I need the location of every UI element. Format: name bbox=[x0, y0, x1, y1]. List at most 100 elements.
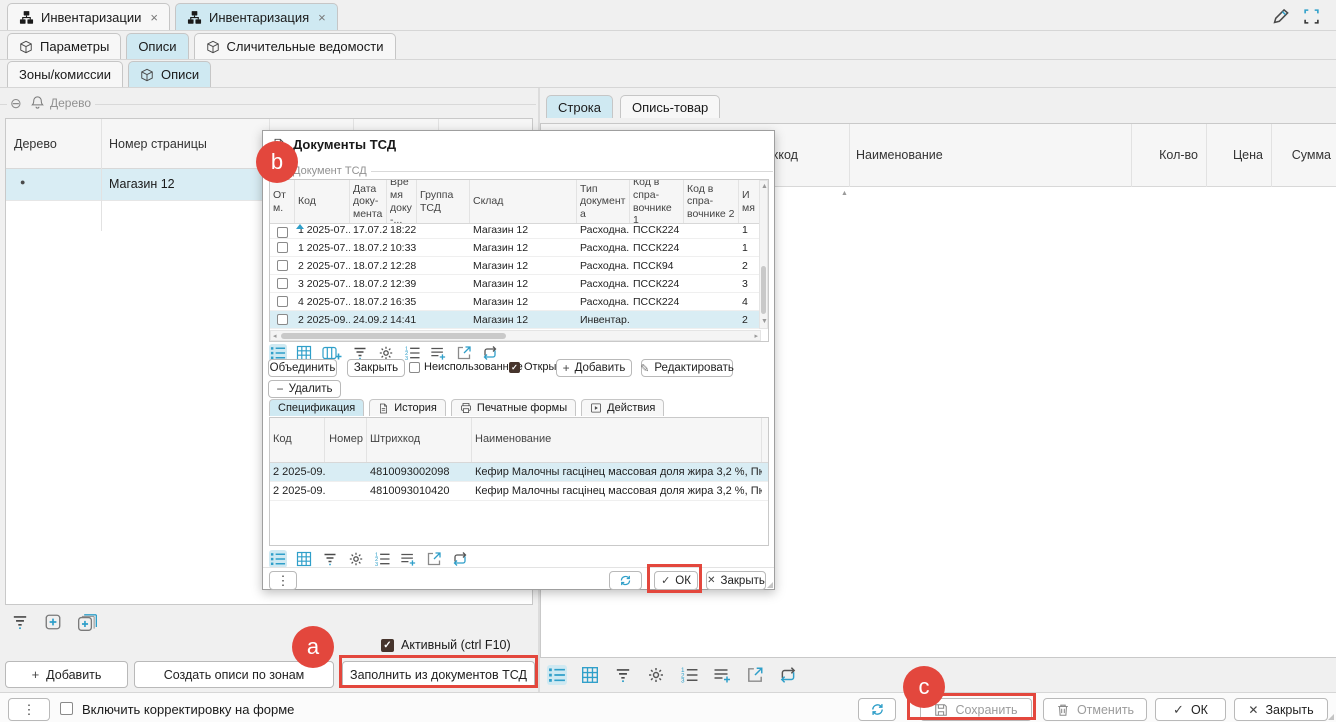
ok-button[interactable]: ✓ ОК bbox=[1155, 698, 1226, 721]
list-add-icon[interactable] bbox=[399, 550, 417, 568]
add-multiple-boxes-icon[interactable] bbox=[76, 612, 99, 632]
scroll-up-icon[interactable]: ▲ bbox=[841, 190, 848, 197]
spec-column-header[interactable]: Номер bbox=[325, 418, 367, 462]
active-checkbox[interactable]: ✓ bbox=[381, 639, 394, 652]
column-header-sum[interactable]: Сумма bbox=[1271, 148, 1331, 162]
row-checkbox[interactable] bbox=[277, 260, 288, 271]
doc-table-row[interactable]: 1 2025-07...17.07.2518:22Магазин 12Расхо… bbox=[270, 224, 768, 239]
settings-gear-icon[interactable] bbox=[347, 550, 365, 568]
list-add-icon[interactable] bbox=[712, 665, 732, 685]
add-box-icon[interactable] bbox=[43, 612, 63, 632]
doc-table-row[interactable]: 1 2025-07...18.07.2510:33Магазин 12Расхо… bbox=[270, 239, 768, 257]
refresh-button[interactable] bbox=[609, 571, 642, 590]
add-doc-button[interactable]: + Добавить bbox=[556, 359, 632, 377]
close-form-button[interactable]: ✕ Закрыть bbox=[1234, 698, 1328, 721]
list-add-icon[interactable] bbox=[429, 344, 447, 362]
doc-table-hscrollbar[interactable]: ◂ ▸ bbox=[270, 330, 761, 341]
fullscreen-icon[interactable] bbox=[1303, 8, 1320, 25]
numbered-list-icon[interactable]: 123 bbox=[373, 550, 391, 568]
numbered-list-icon[interactable]: 123 bbox=[403, 344, 421, 362]
doc-column-header[interactable]: Дата доку- мента bbox=[350, 180, 387, 223]
tsd-documents-dialog: Документы ТСД Документ ТСД Отм.КодДата д… bbox=[262, 130, 775, 590]
doc-table-row[interactable]: 2 2025-07...18.07.2512:28Магазин 12Расхо… bbox=[270, 257, 768, 275]
spec-column-header[interactable]: Код bbox=[270, 418, 325, 462]
unused-checkbox[interactable]: ✓ bbox=[409, 362, 420, 373]
tab-pechatnye-formy[interactable]: Печатные формы bbox=[451, 399, 576, 416]
tab-stroka[interactable]: Строка bbox=[546, 95, 613, 118]
doc-column-header[interactable]: Склад bbox=[470, 180, 577, 223]
external-link-icon[interactable] bbox=[425, 550, 443, 568]
doc-table-row[interactable]: 4 2025-07...18.07.2516:35Магазин 12Расхо… bbox=[270, 293, 768, 311]
spec-column-header[interactable]: Наименование bbox=[472, 418, 762, 462]
close-tab-icon[interactable]: × bbox=[150, 10, 158, 25]
edit-pencil-icon[interactable] bbox=[1271, 7, 1290, 26]
close-dialog-button[interactable]: ✕ Закрыть bbox=[706, 571, 766, 590]
tab-specifikaciya[interactable]: Спецификация bbox=[269, 399, 364, 416]
column-header-tree[interactable]: Дерево bbox=[14, 137, 57, 151]
column-header-name[interactable]: Наименование bbox=[856, 148, 943, 162]
external-link-icon[interactable] bbox=[455, 344, 473, 362]
collapse-group-icon[interactable]: ⊖ bbox=[10, 95, 22, 112]
tab-deystviya[interactable]: Действия bbox=[581, 399, 664, 416]
repeat-icon[interactable] bbox=[481, 344, 499, 362]
close-doc-button[interactable]: Закрыть bbox=[347, 359, 405, 377]
row-checkbox[interactable] bbox=[277, 278, 288, 289]
doc-column-header[interactable]: Код в спра- вочнике 1 bbox=[630, 180, 684, 223]
correction-checkbox[interactable]: ✓ bbox=[60, 702, 73, 715]
doc-column-header[interactable]: Код в спра- вочнике 2 bbox=[684, 180, 739, 223]
resize-grip[interactable] bbox=[766, 581, 774, 589]
doc-column-header[interactable]: Код bbox=[295, 180, 350, 223]
grid-view-icon[interactable] bbox=[580, 665, 600, 685]
row-checkbox[interactable] bbox=[277, 314, 288, 325]
doc-table-row[interactable]: 2 2025-09...24.09.2514:41Магазин 12Инвен… bbox=[270, 311, 768, 329]
row-checkbox[interactable] bbox=[277, 227, 288, 238]
column-header-price[interactable]: Цена bbox=[1206, 148, 1263, 162]
filter-icon[interactable] bbox=[321, 550, 339, 568]
doc-column-header[interactable]: Время доку-... bbox=[387, 180, 417, 223]
doc-column-header[interactable]: Отм. bbox=[270, 180, 295, 223]
external-link-icon[interactable] bbox=[745, 665, 765, 685]
tab-opisi-inner[interactable]: Описи bbox=[128, 61, 211, 87]
list-view-icon[interactable] bbox=[269, 550, 287, 568]
spec-table-row[interactable]: 2 2025-09...4810093010420Кефир Малочны г… bbox=[270, 482, 768, 501]
open-checkbox[interactable]: ✓ bbox=[509, 362, 520, 373]
delete-doc-button[interactable]: − Удалить bbox=[268, 380, 341, 398]
tab-slichitelnye-vedomosti[interactable]: Сличительные ведомости bbox=[194, 33, 396, 59]
filter-icon[interactable] bbox=[10, 612, 30, 632]
resize-grip[interactable] bbox=[1327, 713, 1335, 721]
cancel-button[interactable]: Отменить bbox=[1043, 698, 1147, 721]
refresh-button[interactable] bbox=[858, 698, 896, 721]
filter-icon[interactable] bbox=[613, 665, 633, 685]
spec-column-header[interactable]: Штрихкод bbox=[367, 418, 472, 462]
column-header-page-number[interactable]: Номер страницы bbox=[109, 137, 207, 151]
doc-table-vscrollbar[interactable]: ▲ ▼ bbox=[759, 180, 768, 329]
tab-zony-komissii[interactable]: Зоны/комиссии bbox=[7, 61, 123, 87]
tab-inventarizaciya[interactable]: Инвентаризация × bbox=[175, 3, 338, 30]
doc-column-header[interactable]: Имя bbox=[739, 180, 760, 223]
row-checkbox[interactable] bbox=[277, 242, 288, 253]
row-checkbox[interactable] bbox=[277, 296, 288, 307]
tab-parametry[interactable]: Параметры bbox=[7, 33, 121, 59]
tab-opis-tovar[interactable]: Опись-товар bbox=[620, 95, 720, 118]
settings-gear-icon[interactable] bbox=[646, 665, 666, 685]
numbered-list-icon[interactable]: 123 bbox=[679, 665, 699, 685]
repeat-icon[interactable] bbox=[778, 665, 798, 685]
more-menu-button[interactable]: ⋮ bbox=[269, 571, 297, 590]
tab-inventarizacii[interactable]: Инвентаризации × bbox=[7, 3, 170, 30]
tab-istoriya[interactable]: История bbox=[369, 399, 446, 416]
spec-table-row[interactable]: 2 2025-09...4810093002098Кефир Малочны г… bbox=[270, 463, 768, 482]
doc-column-header[interactable]: Группа ТСД bbox=[417, 180, 470, 223]
close-tab-icon[interactable]: × bbox=[318, 10, 326, 25]
merge-button[interactable]: Объединить bbox=[268, 359, 337, 377]
more-menu-button[interactable]: ⋮ bbox=[8, 698, 50, 721]
add-button[interactable]: + Добавить bbox=[5, 661, 128, 688]
column-header-qty[interactable]: Кол-во bbox=[1131, 148, 1198, 162]
doc-column-header[interactable]: Тип документа bbox=[577, 180, 630, 223]
edit-doc-button[interactable]: ✎ Редактировать bbox=[641, 359, 733, 377]
repeat-icon[interactable] bbox=[451, 550, 469, 568]
doc-table-row[interactable]: 3 2025-07...18.07.2512:39Магазин 12Расхо… bbox=[270, 275, 768, 293]
bell-icon[interactable] bbox=[30, 95, 45, 110]
tab-opisi[interactable]: Описи bbox=[126, 33, 188, 59]
list-view-icon[interactable] bbox=[547, 665, 567, 685]
grid-view-icon[interactable] bbox=[295, 550, 313, 568]
